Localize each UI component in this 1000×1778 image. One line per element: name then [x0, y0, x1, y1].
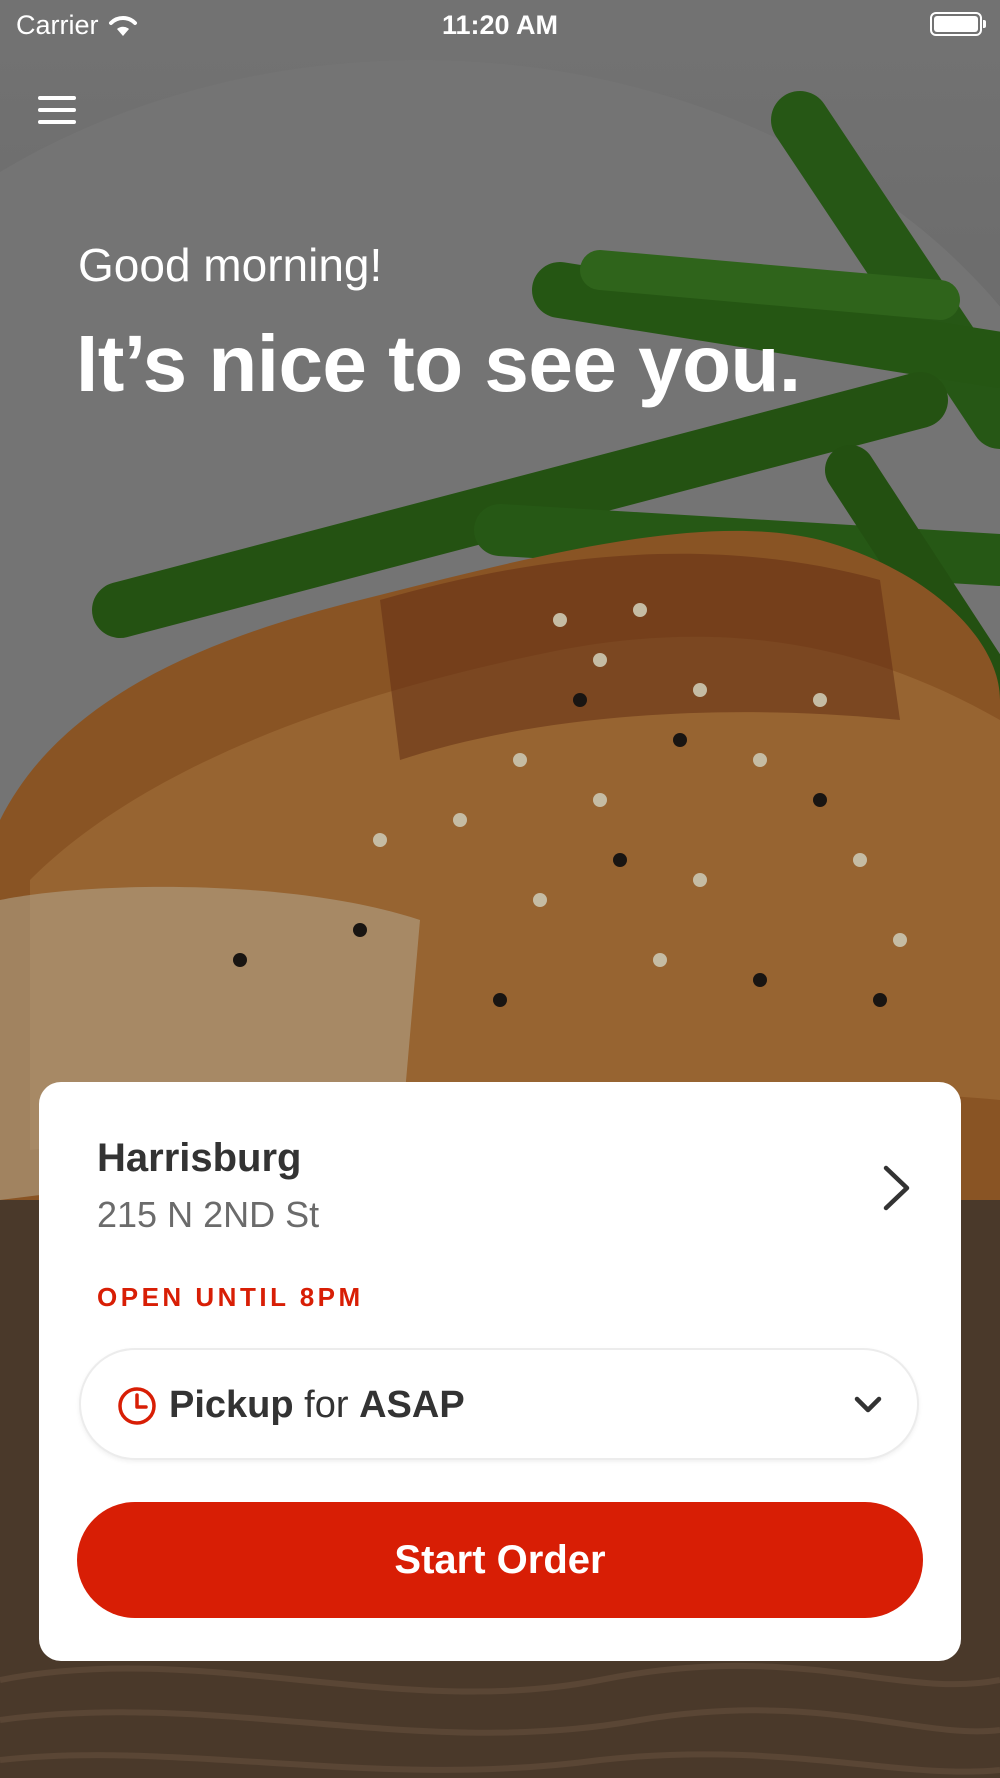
- order-type-label: Pickup for ASAP: [169, 1384, 465, 1427]
- clock-icon: [118, 1387, 156, 1425]
- location-name[interactable]: Harrisburg: [97, 1136, 302, 1181]
- headline-text: It’s nice to see you.: [76, 319, 801, 408]
- order-mode: Pickup: [169, 1384, 294, 1426]
- chevron-right-icon[interactable]: [881, 1164, 911, 1212]
- order-type-dropdown[interactable]: Pickup for ASAP: [79, 1348, 919, 1460]
- order-time: ASAP: [359, 1384, 465, 1426]
- status-time: 11:20 AM: [441, 10, 559, 40]
- chevron-down-icon: [854, 1396, 882, 1413]
- order-connector: for: [304, 1384, 349, 1426]
- status-bar: Carrier 11:20 AM: [0, 0, 1000, 52]
- hamburger-menu-icon[interactable]: [34, 90, 82, 130]
- location-address[interactable]: 215 N 2ND St: [97, 1194, 319, 1236]
- greeting-text: Good morning!: [78, 239, 383, 291]
- open-status-label: OPEN UNTIL 8PM: [97, 1282, 364, 1312]
- battery-icon: [930, 12, 986, 36]
- order-card: Harrisburg 215 N 2ND St OPEN UNTIL 8PM P…: [39, 1082, 961, 1661]
- start-order-button[interactable]: Start Order: [77, 1502, 923, 1618]
